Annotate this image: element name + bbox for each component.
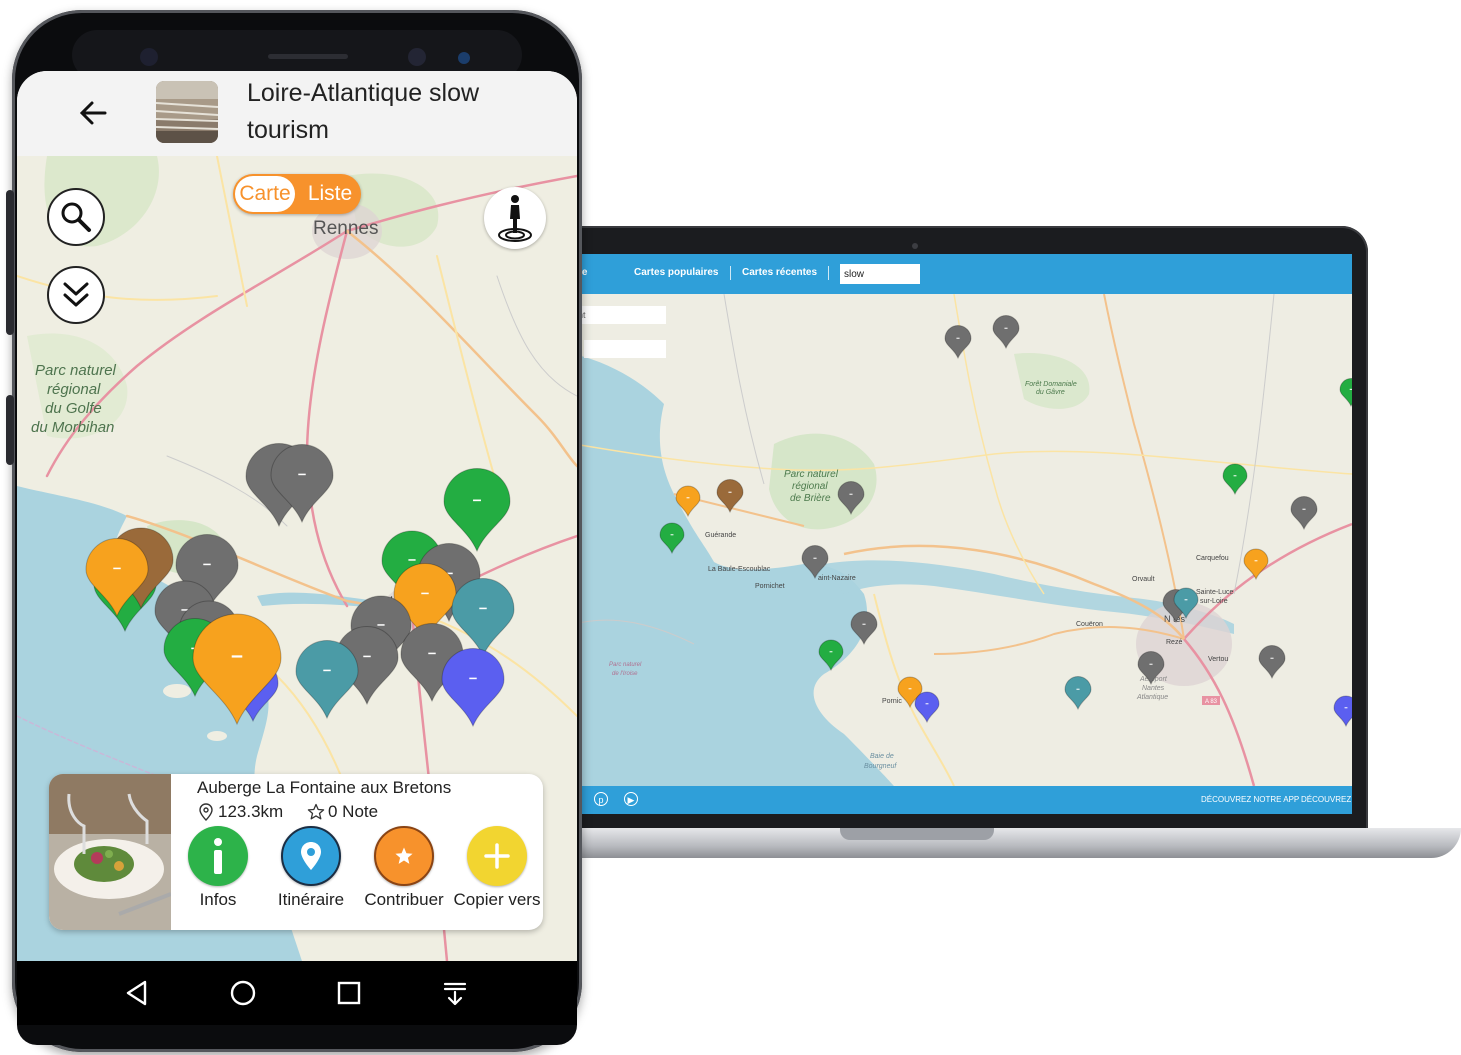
web-map-label: Rezé <box>1166 639 1182 646</box>
web-footer: p ▶ DÉCOUVREZ NOTRE APP DÉCOUVREZ N <box>574 786 1352 814</box>
place-distance: 123.3km <box>218 802 284 821</box>
phone-camera <box>408 48 426 66</box>
web-map-label: Pornichet <box>755 583 785 590</box>
map-park-label: Parc naturel <box>35 362 117 379</box>
star-icon[interactable] <box>374 826 434 886</box>
toggle-map-option[interactable]: Carte <box>235 176 295 212</box>
web-map-label: de Brière <box>790 493 831 504</box>
web-map-label: Bourgneuf <box>864 763 897 770</box>
web-map-label: Vertou <box>1208 656 1228 663</box>
itinerary-action[interactable]: Itinéraire <box>265 826 357 926</box>
phone-speaker <box>268 54 348 59</box>
web-map-label: Baie de <box>870 753 894 760</box>
web-map-label: Couëron <box>1076 621 1103 628</box>
action-label: Itinéraire <box>277 890 345 909</box>
phone-bottom-bezel <box>17 1025 577 1045</box>
phone-screen: Loire-Atlantique slow tourism Rennes Par… <box>17 71 577 961</box>
web-left-input[interactable]: nt <box>574 306 666 324</box>
place-photo <box>49 774 171 930</box>
web-header: re Cartes populaires Cartes récentes <box>574 254 1352 294</box>
web-nav-separator <box>828 266 829 280</box>
web-map-label: Nantes <box>1142 685 1165 692</box>
web-nav-recent-maps[interactable]: Cartes récentes <box>742 267 817 278</box>
web-footer-link[interactable]: DÉCOUVREZ NOTRE APP <box>1201 795 1299 804</box>
laptop-base <box>540 828 1461 858</box>
back-triangle-icon[interactable] <box>123 979 151 1007</box>
web-map-label: Carquefou <box>1196 555 1229 562</box>
web-map-label: Parc naturel <box>784 469 839 480</box>
web-nav-separator <box>730 266 731 280</box>
recents-square-icon[interactable] <box>335 979 363 1007</box>
place-card[interactable]: Auberge La Fontaine aux Bretons 123.3km … <box>49 774 543 930</box>
map-park-label: du Morbihan <box>31 419 114 436</box>
web-left-select[interactable] <box>584 340 666 358</box>
app-title: Loire-Atlantique slow tourism <box>247 79 480 144</box>
toggle-list-option[interactable]: Liste <box>301 176 359 212</box>
info-icon[interactable] <box>188 826 248 886</box>
web-map-label: de l'Iroise <box>612 671 638 677</box>
location-pin-icon <box>199 803 213 821</box>
walker-location-icon <box>498 195 532 242</box>
laptop-screen: re Cartes populaires Cartes récentes Par… <box>574 254 1352 814</box>
home-circle-icon[interactable] <box>229 979 257 1007</box>
web-search-input[interactable] <box>840 264 920 284</box>
web-map-label: Sainte-Luce <box>1196 589 1233 596</box>
map-park-label: du Golfe <box>45 400 102 417</box>
web-nav-popular-maps[interactable]: Cartes populaires <box>634 267 718 278</box>
action-label: Copier vers <box>453 890 541 909</box>
place-rating: 0 Note <box>328 802 379 821</box>
web-map-label: Guérande <box>705 532 736 539</box>
laptop-notch <box>840 828 994 840</box>
plus-icon[interactable] <box>467 826 527 886</box>
magnifier-icon <box>61 202 91 232</box>
web-map-label: Atlantique <box>1136 694 1168 701</box>
locate-me-button[interactable] <box>484 187 546 249</box>
copy-to-action[interactable]: Copier vers <box>451 826 543 926</box>
android-navbar <box>17 961 577 1025</box>
action-label: Contribuer <box>364 890 444 909</box>
search-button[interactable] <box>47 188 105 246</box>
web-map-label: aint-Nazaire <box>818 575 856 582</box>
web-map[interactable]: Parc naturel régional de Brière Forêt Do… <box>574 294 1352 786</box>
web-map-label: sur-Loire <box>1200 598 1228 605</box>
notification-pull-icon[interactable] <box>441 979 469 1007</box>
pinterest-icon[interactable]: p <box>594 792 608 806</box>
map-park-label: régional <box>47 381 101 398</box>
action-label: Infos <box>199 890 237 909</box>
phone-sensor <box>140 48 158 66</box>
web-map-label: Pornic <box>882 698 902 705</box>
web-map-label: A 83 <box>1205 699 1218 705</box>
web-footer-link[interactable]: DÉCOUVREZ N <box>1301 795 1352 804</box>
app-bar: Loire-Atlantique slow tourism <box>17 71 577 156</box>
star-outline-icon <box>307 803 325 820</box>
expand-filters-button[interactable] <box>47 266 105 324</box>
laptop-camera <box>912 243 918 249</box>
phone-power-button <box>6 395 14 465</box>
web-map-label: La Baule-Escoublac <box>708 566 771 573</box>
map-list-toggle[interactable]: Carte Liste <box>233 174 361 214</box>
web-map-label: du Gâvre <box>1036 389 1065 396</box>
app-thumbnail <box>156 81 218 143</box>
web-map-label: Forêt Domaniale <box>1025 381 1077 388</box>
web-map-label: Parc naturel <box>609 662 642 668</box>
map-city-label: Rennes <box>313 218 379 239</box>
phone-volume-button <box>6 190 14 335</box>
web-map-label: Orvault <box>1132 576 1155 583</box>
map-pin-icon[interactable] <box>281 826 341 886</box>
back-arrow-icon[interactable] <box>77 97 109 129</box>
infos-action[interactable]: Infos <box>172 826 264 926</box>
phone-sensor <box>458 52 470 64</box>
place-name: Auberge La Fontaine aux Bretons <box>197 778 452 797</box>
double-chevron-down-icon <box>63 282 89 307</box>
web-map-label: régional <box>792 481 828 492</box>
contribute-action[interactable]: Contribuer <box>358 826 450 926</box>
youtube-icon[interactable]: ▶ <box>624 792 638 806</box>
